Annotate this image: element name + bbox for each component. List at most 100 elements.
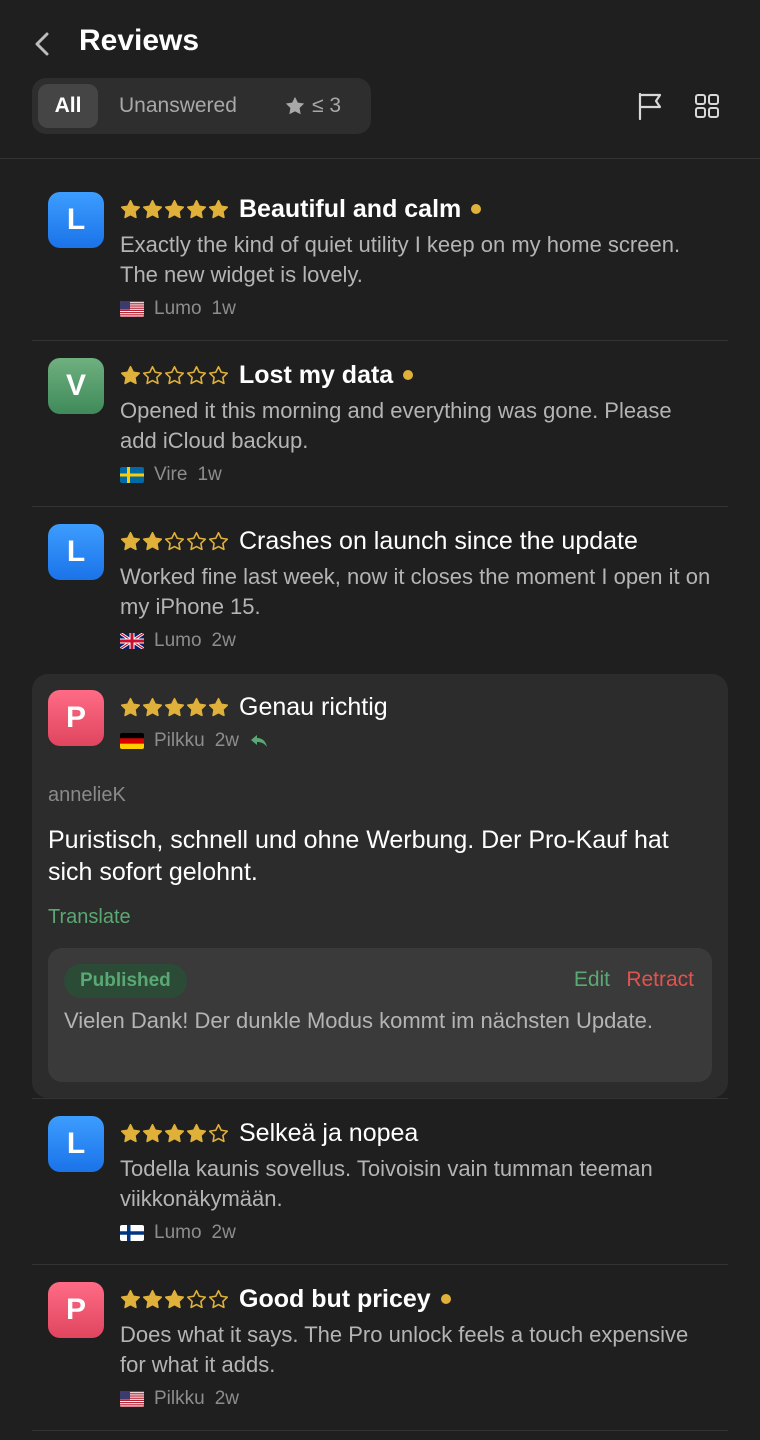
review-body: Opened it this morning and everything wa… (120, 398, 672, 453)
edit-reply-button[interactable]: Edit (574, 968, 610, 992)
review-body: Todella kaunis sovellus. Toivoisin vain … (120, 1156, 653, 1211)
avatar: V (48, 358, 104, 414)
star-filled-icon (186, 1123, 207, 1142)
star-filled-icon (120, 1123, 141, 1142)
review-title: Selkeä ja nopea (239, 1118, 419, 1147)
unread-dot-icon (471, 204, 482, 214)
star-filled-icon (164, 697, 185, 716)
star-filled-icon (186, 697, 207, 716)
star-rating (120, 199, 229, 220)
unread-dot-icon (440, 1294, 451, 1304)
replied-arrow-icon (250, 735, 267, 747)
filter-low-rating-tab[interactable]: ≤ 3 (284, 84, 341, 128)
review-body: Does what it says. The Pro unlock feels … (120, 1322, 689, 1377)
star-empty-icon (208, 365, 229, 384)
review-title: Crashes on launch since the update (239, 526, 638, 555)
translate-link[interactable]: Translate (48, 906, 131, 929)
flag-se-icon (120, 467, 144, 483)
flag-us-icon (120, 1391, 144, 1407)
avatar: L (48, 1116, 104, 1172)
star-empty-icon (186, 1289, 207, 1308)
app-name: Pilkku (154, 730, 205, 751)
row-divider (32, 506, 728, 507)
star-filled-icon (164, 199, 185, 218)
back-chevron-icon[interactable] (28, 28, 56, 60)
star-filled-icon (186, 199, 207, 218)
star-rating (120, 1123, 229, 1144)
star-empty-icon (164, 531, 185, 550)
star-filled-icon (120, 697, 141, 716)
review-body: Worked fine last week, now it closes the… (120, 564, 711, 619)
developer-reply: Published Edit Retract Vielen Dank! Der … (48, 948, 712, 1082)
star-empty-icon (142, 365, 163, 384)
flag-fi-icon (120, 1225, 144, 1241)
retract-reply-button[interactable]: Retract (626, 968, 694, 992)
star-rating (120, 365, 229, 386)
app-name: Lumo (154, 630, 202, 651)
star-rating (120, 531, 229, 552)
app-name: Vire (154, 464, 188, 485)
star-filled-icon (142, 531, 163, 550)
star-rating (120, 697, 229, 718)
star-filled-icon (208, 199, 229, 218)
review-body: Exactly the kind of quiet utility I keep… (120, 232, 681, 287)
row-divider (32, 340, 728, 341)
app-name: Lumo (154, 298, 202, 319)
avatar: P (48, 690, 104, 746)
header-divider (0, 158, 760, 159)
app-name: Lumo (154, 1222, 202, 1243)
star-filled-icon (120, 365, 141, 384)
review-title: Good but pricey (239, 1284, 431, 1313)
star-filled-icon (142, 1289, 163, 1308)
review-title: Lost my data (239, 360, 394, 389)
star-empty-icon (208, 1289, 229, 1308)
review-age: 2w (214, 1388, 239, 1409)
avatar: L (48, 524, 104, 580)
avatar: P (48, 1282, 104, 1338)
star-filled-icon (142, 199, 163, 218)
flag-icon[interactable] (634, 90, 666, 122)
filter-all-tab[interactable]: All (38, 84, 98, 128)
review-item-expanded[interactable]: P Genau richtig Pilkku 2w annelieK Puris… (32, 674, 728, 1098)
review-title: Genau richtig (239, 692, 388, 721)
review-author: annelieK (48, 784, 126, 806)
star-icon (285, 96, 305, 115)
status-badge: Published (64, 964, 187, 998)
review-age: 1w (211, 298, 236, 319)
reply-text: Vielen Dank! Der dunkle Modus kommt im n… (64, 1008, 653, 1033)
avatar: L (48, 192, 104, 248)
review-age: 2w (211, 630, 236, 651)
row-divider (32, 1430, 728, 1431)
filter-low-rating-label: ≤ 3 (312, 94, 342, 117)
star-rating (120, 1289, 229, 1310)
star-filled-icon (208, 697, 229, 716)
star-filled-icon (164, 1289, 185, 1308)
review-body: Puristisch, schnell und ohne Werbung. De… (48, 826, 669, 886)
filter-segmented-control: All Unanswered ≤ 3 (32, 78, 371, 134)
review-age: 2w (211, 1222, 236, 1243)
star-empty-icon (186, 531, 207, 550)
flag-de-icon (120, 733, 144, 749)
flag-us-icon (120, 301, 144, 317)
filter-unanswered-tab[interactable]: Unanswered (119, 84, 237, 128)
page-title: Reviews (79, 24, 200, 57)
star-filled-icon (142, 1123, 163, 1142)
review-age: 2w (214, 730, 239, 751)
star-filled-icon (120, 1289, 141, 1308)
review-title: Beautiful and calm (239, 194, 462, 223)
star-filled-icon (164, 1123, 185, 1142)
star-empty-icon (208, 1123, 229, 1142)
flag-gb-icon (120, 633, 144, 649)
star-empty-icon (208, 531, 229, 550)
star-filled-icon (142, 697, 163, 716)
star-filled-icon (120, 199, 141, 218)
unread-dot-icon (403, 370, 414, 380)
star-empty-icon (164, 365, 185, 384)
app-name: Pilkku (154, 1388, 205, 1409)
star-empty-icon (186, 365, 207, 384)
review-age: 1w (197, 464, 222, 485)
row-divider (32, 1264, 728, 1265)
star-filled-icon (120, 531, 141, 550)
header: Reviews All Unanswered ≤ 3 (0, 0, 760, 158)
grid-view-icon[interactable] (691, 90, 723, 122)
